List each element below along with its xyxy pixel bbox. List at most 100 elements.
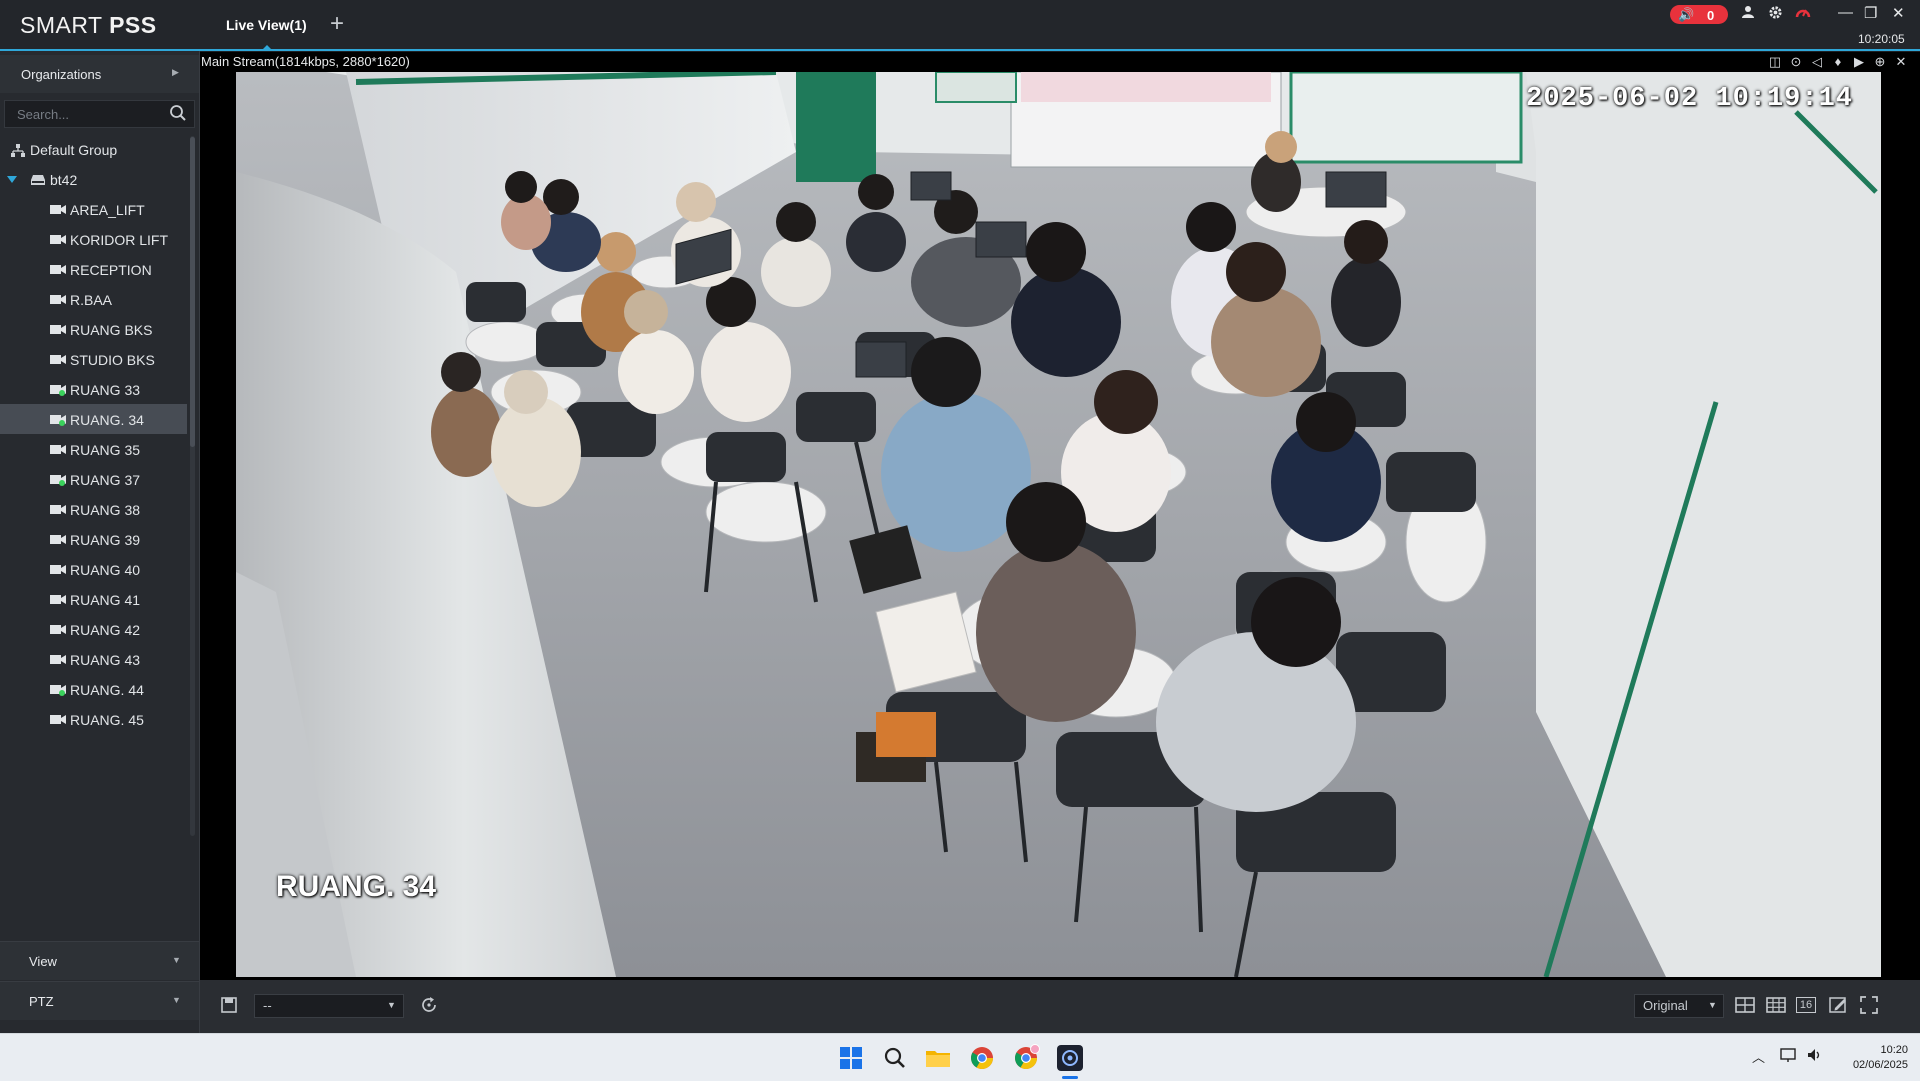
osd-channel-name: RUANG. 34 (276, 870, 437, 903)
search-icon[interactable] (880, 1043, 910, 1073)
tree-channel-label: RUANG. 44 (70, 682, 144, 698)
tree-channel-item[interactable]: RUANG. 44 (0, 674, 187, 704)
chevron-right-icon: ▶ (172, 67, 179, 77)
record-icon[interactable]: ▶ (1850, 54, 1868, 70)
search-input[interactable] (15, 106, 169, 123)
alarm-count: 0 (1707, 8, 1715, 23)
chrome-profile-icon[interactable] (1011, 1043, 1041, 1073)
file-explorer-icon[interactable] (923, 1043, 953, 1073)
camera-icon (50, 415, 66, 426)
camera-icon (50, 355, 66, 364)
performance-gauge-icon[interactable] (1795, 5, 1811, 19)
live-view-pane[interactable]: Main Stream(1814kbps, 2880*1620) ◫ ⊙ ◁ ♦ ▶ ⊕ ✕ (200, 52, 1920, 980)
view-select[interactable]: -- ▼ (254, 994, 404, 1018)
tree-channel-item[interactable]: RUANG BKS (0, 314, 187, 344)
tree-channel-item[interactable]: RUANG 41 (0, 584, 187, 614)
camera-icon (50, 475, 66, 486)
chevron-down-icon: ▼ (172, 955, 181, 965)
ptz-label: PTZ (29, 994, 54, 1009)
minimize-icon[interactable]: — (1838, 4, 1853, 21)
expand-triangle-icon[interactable] (7, 176, 17, 184)
tree-channel-item[interactable]: AREA_LIFT (0, 194, 187, 224)
tree-channel-item[interactable]: RUANG. 45 (0, 704, 187, 734)
camera-icon (50, 295, 66, 304)
tree-channel-item[interactable]: KORIDOR LIFT (0, 224, 187, 254)
system-clock: 10:20:05 (1858, 32, 1905, 46)
osd-timestamp: 2025-06-02 10:19:14 (1526, 84, 1853, 114)
tree-root-default-group[interactable]: Default Group (0, 134, 187, 164)
volume-icon[interactable] (1806, 1047, 1824, 1063)
network-icon[interactable] (1780, 1047, 1798, 1063)
talk-icon[interactable]: ♦ (1829, 54, 1847, 69)
tree-channel-item[interactable]: RUANG 35 (0, 434, 187, 464)
tree-root-label: Default Group (30, 142, 118, 158)
snapshot-icon[interactable]: ⊙ (1787, 54, 1805, 70)
tree-channel-item[interactable]: RUANG 33 (0, 374, 187, 404)
tree-channel-item[interactable]: RECEPTION (0, 254, 187, 284)
restore-icon[interactable]: ❐ (1864, 4, 1877, 22)
tree-channel-item[interactable]: RUANG 43 (0, 644, 187, 674)
tree-channel-item[interactable]: STUDIO BKS (0, 344, 187, 374)
camera-video-feed[interactable]: 2025-06-02 10:19:14 RUANG. 34 (236, 72, 1881, 977)
camera-icon (50, 655, 66, 664)
taskbar-clock[interactable]: 10:20 02/06/2025 (1838, 1043, 1908, 1073)
tab-live-view-label: Live View(1) (226, 17, 307, 33)
refresh-icon[interactable] (418, 994, 440, 1016)
camera-icon (50, 565, 66, 574)
tree-device-bt42[interactable]: bt42 (0, 164, 187, 194)
tree-channel-item[interactable]: R.BAA (0, 284, 187, 314)
title-bar: SMART PSS Live View(1) + 🔊 0 — ❐ ✕ 10:20… (0, 0, 1920, 50)
org-tree-icon (11, 144, 25, 157)
close-window-icon[interactable]: ✕ (1892, 4, 1905, 22)
fisheye-icon[interactable]: ◫ (1766, 54, 1784, 70)
camera-icon (50, 685, 66, 696)
tree-channel-item[interactable]: RUANG. 34 (0, 404, 187, 434)
organizations-header[interactable]: Organizations ▶ (0, 55, 199, 93)
smartpss-icon[interactable] (1055, 1043, 1085, 1073)
layout-1-icon[interactable] (1734, 994, 1756, 1016)
taskbar-date: 02/06/2025 (1852, 1059, 1908, 1071)
active-app-indicator (1062, 1076, 1078, 1079)
tree-channel-label: STUDIO BKS (70, 352, 155, 368)
camera-icon (50, 205, 66, 214)
layout-9-icon[interactable] (1765, 994, 1787, 1016)
aspect-ratio-select[interactable]: Original ▼ (1634, 994, 1724, 1018)
view-label: View (29, 954, 57, 969)
camera-icon (50, 595, 66, 604)
tree-channel-label: RUANG 38 (70, 502, 141, 518)
close-icon[interactable]: ✕ (1892, 54, 1910, 70)
tree-channel-item[interactable]: RUANG 39 (0, 524, 187, 554)
tree-channel-item[interactable]: RUANG 42 (0, 614, 187, 644)
tree-channel-item[interactable]: RUANG 37 (0, 464, 187, 494)
dropdown-arrow-icon: ▼ (387, 1000, 396, 1010)
layout-16-icon[interactable]: 16 (1796, 997, 1816, 1013)
camera-icon (50, 445, 66, 454)
fullscreen-icon[interactable] (1858, 994, 1880, 1016)
ptz-panel-header[interactable]: PTZ ▼ (0, 981, 199, 1020)
tree-channel-item[interactable]: RUANG 38 (0, 494, 187, 524)
gear-icon[interactable] (1768, 5, 1783, 20)
edit-layout-icon[interactable] (1827, 994, 1849, 1016)
zoom-icon[interactable]: ⊕ (1871, 54, 1889, 70)
plus-icon[interactable]: + (330, 12, 344, 36)
save-view-icon[interactable] (218, 994, 240, 1016)
view-panel-header[interactable]: View ▼ (0, 941, 199, 980)
windows-start-icon[interactable] (836, 1043, 866, 1073)
search-icon[interactable] (169, 104, 187, 122)
tree-scrollbar-thumb[interactable] (190, 137, 195, 447)
camera-icon (50, 505, 66, 514)
chrome-icon[interactable] (967, 1043, 997, 1073)
chevron-up-icon[interactable]: ︿ (1752, 1047, 1765, 1066)
tree-channel-label: RUANG 37 (70, 472, 141, 488)
alarm-badge[interactable]: 🔊 0 (1670, 5, 1728, 24)
nvr-device-icon (31, 175, 45, 185)
tree-channel-item[interactable]: RUANG 40 (0, 554, 187, 584)
view-select-value: -- (263, 998, 272, 1013)
user-icon[interactable] (1741, 5, 1755, 19)
audio-icon[interactable]: ◁ (1808, 54, 1826, 70)
stream-info: Main Stream(1814kbps, 2880*1620) (201, 54, 410, 69)
tree-channel-label: RUANG. 34 (70, 412, 144, 428)
tree-channel-label: RUANG 39 (70, 532, 141, 548)
tab-live-view[interactable]: Live View(1) (216, 0, 316, 50)
dropdown-arrow-icon: ▼ (1708, 1000, 1717, 1010)
